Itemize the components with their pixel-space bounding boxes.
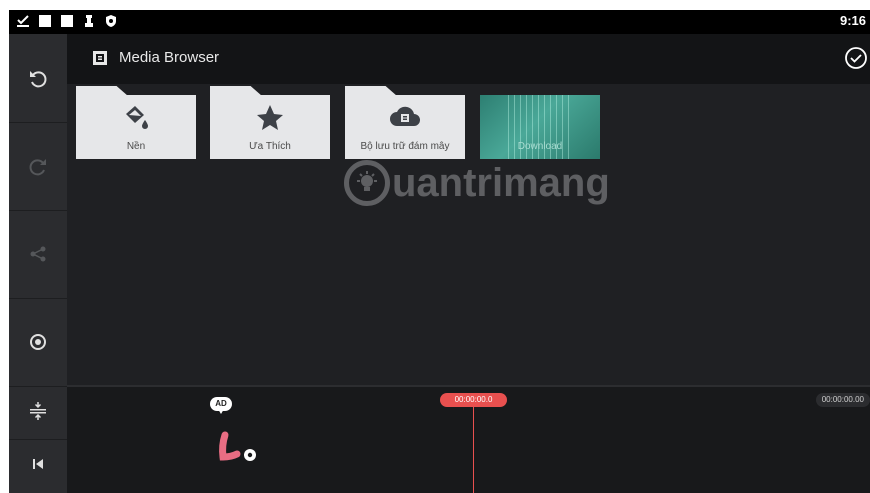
lo-logo-icon [219,431,256,461]
redo-icon [27,155,49,177]
lightbulb-logo-icon [344,160,390,206]
app-window: 9:16 Media Browser Nền Ưa Thích Bộ lưu t… [9,10,870,493]
folder-nen[interactable]: Nền [76,86,196,159]
film-icon [92,50,108,71]
undo-icon [27,67,49,89]
notification-icon [37,13,53,29]
folder-download[interactable]: Download [480,95,600,159]
folder-label: Download [517,141,563,152]
folder-ua-thich[interactable]: Ưa Thích [210,86,330,159]
share-button[interactable] [9,210,67,299]
share-icon [29,245,47,263]
notification-icon [59,13,75,29]
end-time: 00:00:00.00 [815,393,870,407]
skip-to-start-button[interactable] [9,440,67,493]
watermark-text: uantrimang [392,160,610,205]
skip-to-start-icon [31,457,45,476]
folder-cloud-storage[interactable]: Bộ lưu trữ đám mây [345,86,465,159]
watermark: uantrimang [344,160,610,206]
split-track-icon [29,401,47,426]
split-track-button[interactable] [9,387,67,440]
check-circle-icon[interactable] [844,46,870,72]
media-browser-header: Media Browser [67,34,870,84]
star-icon [210,104,330,130]
status-bar: 9:16 [9,10,870,34]
download-done-icon [15,13,31,29]
paint-bucket-icon [76,104,196,130]
ad-badge: AD [210,397,232,414]
shield-icon [103,13,119,29]
playhead[interactable] [473,405,474,493]
folder-label: Ưa Thích [249,141,291,152]
folder-label: Nền [126,141,146,152]
timeline[interactable]: AD 00:00:00.0 00:00:00.00 [67,385,870,493]
settings-button[interactable] [9,298,67,387]
chess-icon [81,13,97,29]
page-title: Media Browser [119,49,220,66]
undo-button[interactable] [9,34,67,123]
folder-label: Bộ lưu trữ đám mây [360,141,450,152]
settings-icon [28,332,48,352]
cloud-icon [345,104,465,128]
status-time: 9:16 [839,13,866,28]
redo-button[interactable] [9,122,67,211]
